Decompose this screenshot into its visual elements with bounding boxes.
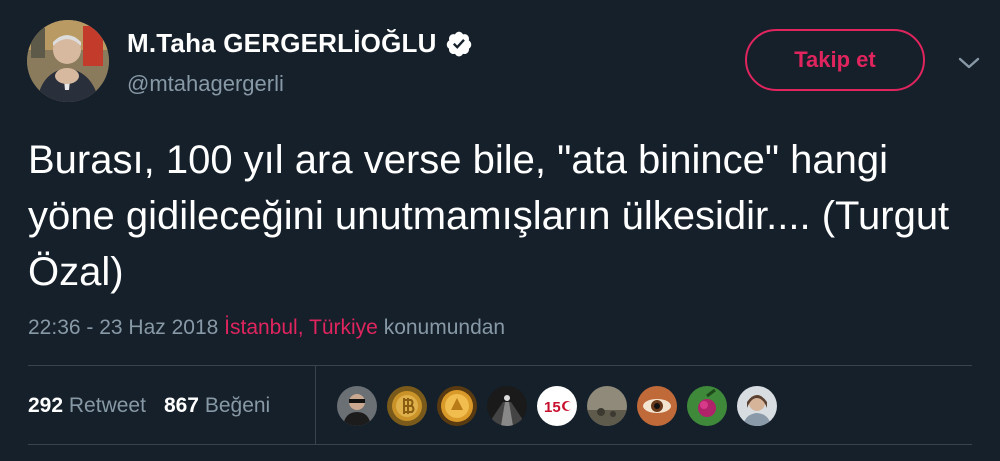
likes-count: 867 <box>163 394 199 417</box>
liker-avatar[interactable] <box>587 386 627 426</box>
liker-avatar[interactable] <box>487 386 527 426</box>
liker-avatar[interactable]: 15 <box>537 386 577 426</box>
retweets-count: 292 <box>28 394 64 417</box>
stats-separator <box>315 366 316 444</box>
tweet-location[interactable]: İstanbul, Türkiye <box>224 316 378 339</box>
tweet-text: Burası, 100 yıl ara verse bile, "ata bin… <box>28 138 950 294</box>
tweet-stats: 292 Retweet 867 Beğeni <box>28 394 270 418</box>
liker-avatar[interactable] <box>687 386 727 426</box>
likes-stat[interactable]: 867 Beğeni <box>164 394 270 417</box>
liker-avatar[interactable] <box>437 386 477 426</box>
retweets-stat[interactable]: 292 Retweet <box>28 394 146 417</box>
author-avatar[interactable] <box>27 20 109 102</box>
divider-top <box>28 365 972 366</box>
verified-badge-icon <box>446 31 471 56</box>
chevron-down-icon[interactable] <box>956 52 982 74</box>
liker-avatar[interactable] <box>387 386 427 426</box>
tweet-location-suffix: konumundan <box>383 316 506 339</box>
liker-avatar[interactable] <box>637 386 677 426</box>
svg-text:15: 15 <box>544 399 561 416</box>
retweets-label: Retweet <box>68 394 146 417</box>
tweet-meta: 22:36 - 23 Haz 2018 İstanbul, Türkiye ko… <box>28 316 505 340</box>
likes-label: Beğeni <box>204 394 271 417</box>
author-name-row: M.Taha GERGERLİOĞLU <box>127 28 473 59</box>
liker-avatars: 15 <box>337 386 787 426</box>
author-display-name[interactable]: M.Taha GERGERLİOĞLU <box>127 28 437 59</box>
liker-avatar[interactable] <box>737 386 777 426</box>
author-handle[interactable]: @mtahagergerli <box>127 71 284 97</box>
liker-avatar[interactable] <box>337 386 377 426</box>
divider-bottom <box>28 444 972 445</box>
follow-button[interactable]: Takip et <box>745 29 925 91</box>
tweet-timestamp[interactable]: 22:36 - 23 Haz 2018 <box>28 316 218 339</box>
